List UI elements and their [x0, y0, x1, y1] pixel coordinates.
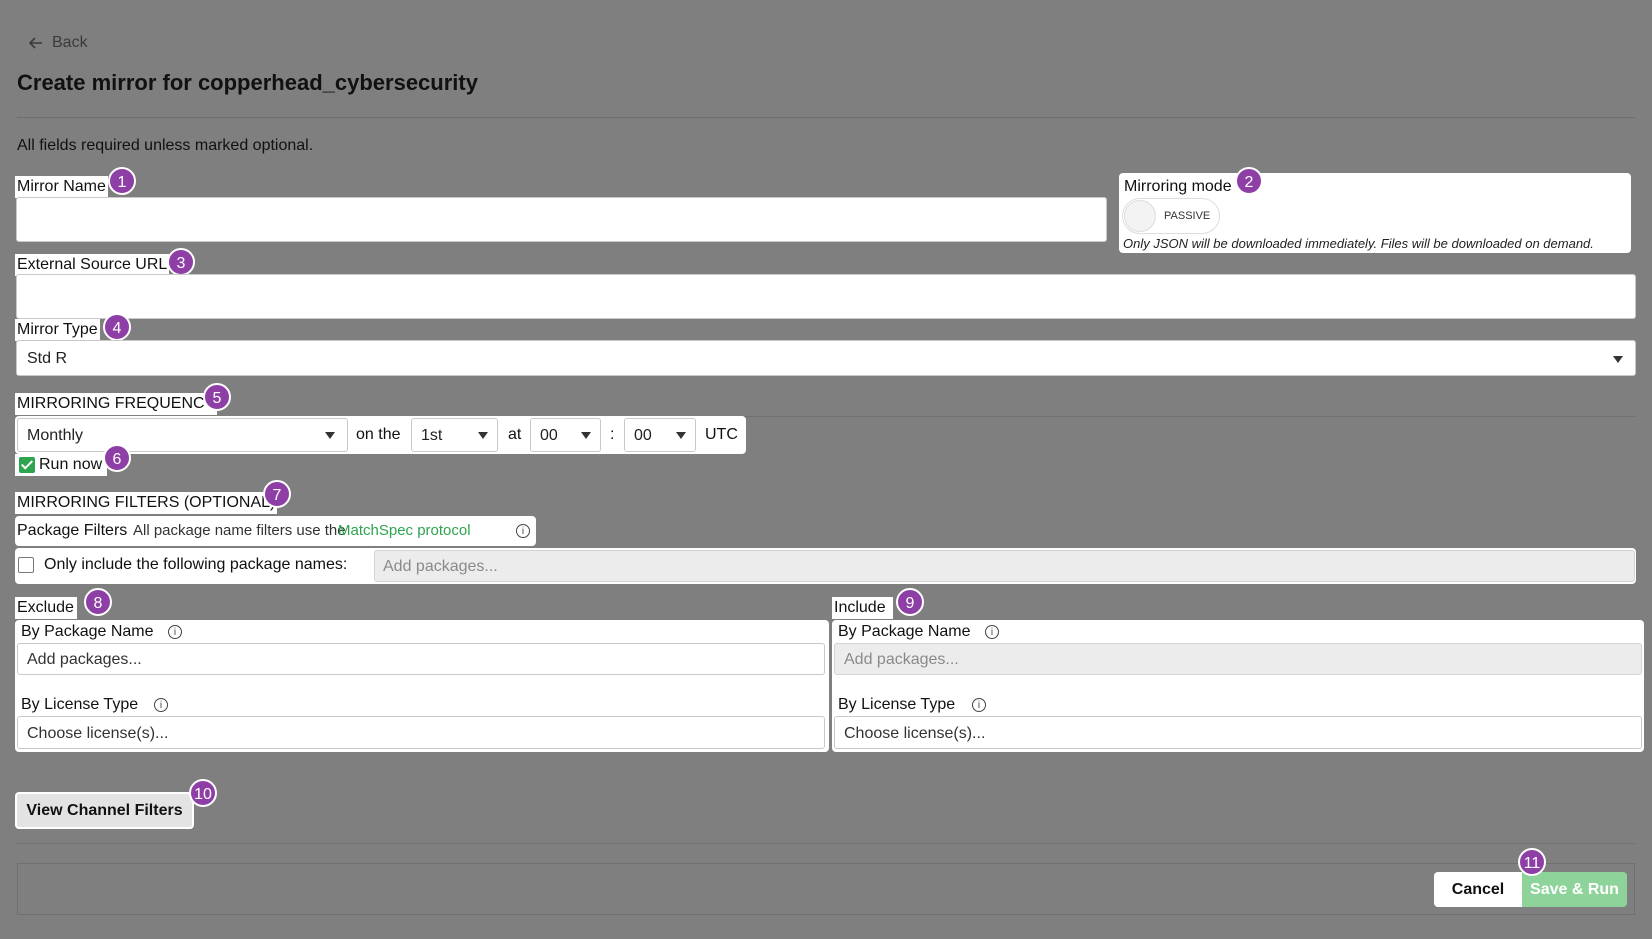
annotation-badge-5: 5: [203, 383, 231, 411]
chevron-down-icon: [1613, 356, 1623, 363]
frequency-minute-select[interactable]: 00: [624, 418, 696, 452]
save-run-button[interactable]: Save & Run: [1522, 872, 1627, 907]
include-by-package-label: By Package Name: [838, 623, 971, 640]
back-link[interactable]: Back: [28, 34, 88, 52]
only-include-label: Only include the following package names…: [44, 556, 348, 573]
frequency-period-value: Monthly: [27, 427, 84, 444]
annotation-badge-6: 6: [103, 444, 131, 472]
info-icon[interactable]: i: [516, 524, 530, 538]
cancel-button[interactable]: Cancel: [1434, 872, 1522, 907]
annotation-badge-3: 3: [167, 248, 195, 276]
exclude-packages-placeholder: Add packages...: [27, 651, 142, 668]
mirroring-mode-toggle[interactable]: PASSIVE: [1122, 198, 1220, 234]
include-by-license-label: By License Type: [838, 696, 956, 713]
only-include-packages-input[interactable]: Add packages...: [374, 550, 1635, 582]
at-label: at: [508, 426, 522, 443]
include-packages-input[interactable]: Add packages...: [834, 643, 1642, 675]
mirroring-filters-heading: MIRRORING FILTERS (OPTIONAL): [15, 492, 278, 514]
external-source-url-label: External Source URL: [15, 254, 170, 276]
frequency-period-select[interactable]: Monthly: [17, 418, 348, 452]
include-heading: Include: [832, 597, 893, 619]
chevron-down-icon: [325, 432, 335, 439]
mirroring-frequency-heading: MIRRORING FREQUENCY: [15, 393, 218, 415]
annotation-badge-1: 1: [108, 167, 136, 195]
view-channel-filters-button[interactable]: View Channel Filters: [15, 792, 194, 829]
mirror-name-label: Mirror Name: [15, 176, 108, 198]
chevron-down-icon: [478, 432, 488, 439]
mirror-name-input[interactable]: [16, 197, 1107, 242]
exclude-by-package-label: By Package Name: [21, 623, 154, 640]
title-divider: [17, 117, 1635, 118]
package-filters-label: Package Filters: [17, 522, 128, 539]
back-label: Back: [52, 34, 88, 51]
frequency-day-select[interactable]: 1st: [411, 418, 498, 452]
arrow-left-icon: [28, 37, 42, 49]
include-license-placeholder: Choose license(s)...: [844, 725, 986, 742]
mirroring-mode-description: Only JSON will be downloaded immediately…: [1123, 236, 1594, 251]
info-icon[interactable]: i: [985, 625, 999, 639]
exclude-packages-input[interactable]: Add packages...: [17, 643, 825, 675]
package-filters-desc: All package name filters use the: [133, 522, 346, 539]
annotation-badge-4: 4: [103, 313, 131, 341]
footer-bar: [17, 863, 1635, 915]
annotation-badge-9: 9: [896, 588, 924, 616]
mirror-type-value: Std R: [27, 350, 68, 367]
annotation-badge-8: 8: [84, 588, 112, 616]
frequency-day-value: 1st: [421, 427, 443, 444]
footer-divider: [17, 843, 1635, 844]
annotation-badge-10: 10: [189, 779, 217, 807]
chevron-down-icon: [676, 432, 686, 439]
include-license-select[interactable]: Choose license(s)...: [834, 716, 1642, 749]
annotation-badge-7: 7: [263, 480, 291, 508]
chevron-down-icon: [581, 432, 591, 439]
exclude-license-placeholder: Choose license(s)...: [27, 725, 169, 742]
run-now-checkbox[interactable]: [19, 457, 35, 473]
run-now-label: Run now: [39, 456, 103, 473]
mirror-type-label: Mirror Type: [15, 319, 100, 341]
exclude-heading: Exclude: [15, 597, 77, 619]
frequency-hour-value: 00: [540, 427, 558, 444]
time-separator: :: [610, 426, 615, 443]
matchspec-link[interactable]: MatchSpec protocol: [338, 522, 471, 539]
frequency-minute-value: 00: [634, 427, 652, 444]
only-include-placeholder: Add packages...: [383, 558, 498, 575]
only-include-checkbox[interactable]: [18, 557, 34, 573]
info-icon[interactable]: i: [154, 698, 168, 712]
exclude-license-select[interactable]: Choose license(s)...: [17, 716, 825, 749]
include-packages-placeholder: Add packages...: [844, 651, 959, 668]
required-note: All fields required unless marked option…: [17, 137, 314, 154]
on-the-label: on the: [356, 426, 401, 443]
toggle-knob: [1124, 200, 1156, 232]
timezone-label: UTC: [705, 426, 738, 443]
mirroring-mode-label: Mirroring mode: [1122, 176, 1234, 198]
annotation-badge-2: 2: [1235, 167, 1263, 195]
frequency-hour-select[interactable]: 00: [530, 418, 601, 452]
page-title: Create mirror for copperhead_cybersecuri…: [17, 70, 478, 95]
info-icon[interactable]: i: [972, 698, 986, 712]
annotation-badge-11: 11: [1518, 848, 1546, 876]
external-source-url-input[interactable]: [16, 274, 1636, 319]
mirror-type-select[interactable]: Std R: [16, 340, 1636, 376]
exclude-by-license-label: By License Type: [21, 696, 139, 713]
toggle-label: PASSIVE: [1164, 210, 1211, 222]
info-icon[interactable]: i: [168, 625, 182, 639]
